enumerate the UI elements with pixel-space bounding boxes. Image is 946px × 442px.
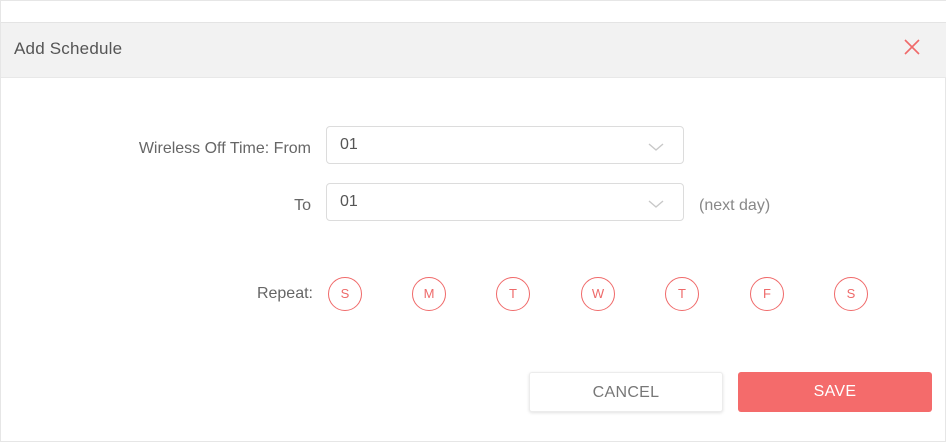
- chevron-down-icon: [648, 197, 664, 209]
- day-thursday[interactable]: T: [665, 277, 699, 311]
- day-friday[interactable]: F: [750, 277, 784, 311]
- day-wednesday[interactable]: W: [581, 277, 615, 311]
- day-saturday[interactable]: S: [834, 277, 868, 311]
- dialog-title-bar: Add Schedule: [1, 22, 946, 78]
- from-hour-select[interactable]: 01: [326, 126, 684, 164]
- wireless-off-time-label: Wireless Off Time: From: [138, 140, 311, 157]
- repeat-label: Repeat:: [256, 285, 313, 302]
- add-schedule-dialog: Add Schedule Wireless Off Time: From 01 …: [0, 0, 946, 442]
- save-button[interactable]: SAVE: [738, 372, 932, 412]
- next-day-hint: (next day): [699, 197, 771, 214]
- day-tuesday[interactable]: T: [496, 277, 530, 311]
- day-monday[interactable]: M: [412, 277, 446, 311]
- from-hour-value: 01: [340, 136, 358, 153]
- day-sunday[interactable]: S: [328, 277, 362, 311]
- dialog-title: Add Schedule: [14, 39, 123, 58]
- to-hour-select[interactable]: 01: [326, 183, 684, 221]
- chevron-down-icon: [648, 140, 664, 152]
- to-hour-value: 01: [340, 193, 358, 210]
- dialog-top-strip: [1, 1, 946, 22]
- cancel-button[interactable]: CANCEL: [529, 372, 723, 412]
- to-label: To: [294, 197, 311, 214]
- close-icon[interactable]: [903, 38, 921, 56]
